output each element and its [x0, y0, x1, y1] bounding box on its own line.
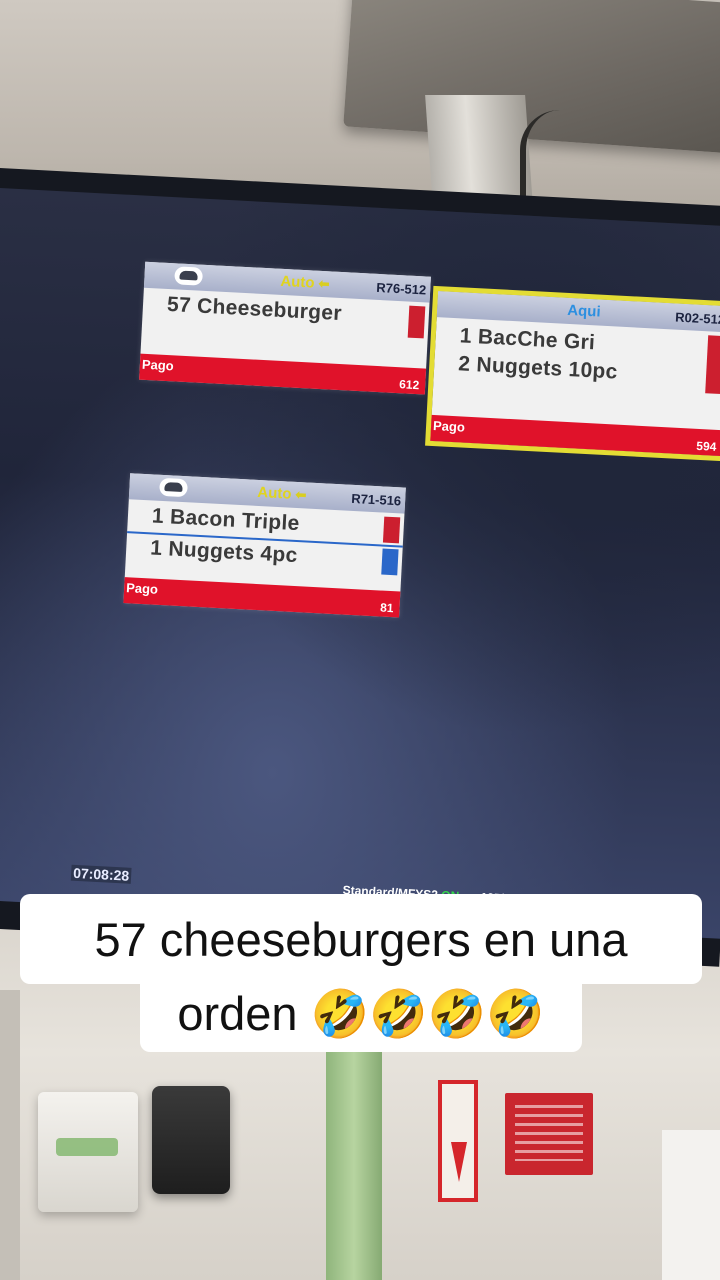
- arrow-left-icon: ⬅: [295, 486, 307, 503]
- order-ticket[interactable]: Auto ⬅ R71-516 1 Bacon Triple 1 Nuggets 4…: [123, 473, 406, 618]
- sanitizer-dispenser: [38, 1092, 138, 1212]
- item-status-bar: [407, 305, 426, 339]
- order-item: 1 BacChe Gri: [459, 324, 596, 355]
- ticket-footer: Pago 612: [139, 353, 427, 395]
- drive-thru-car-icon: [174, 266, 204, 286]
- order-ticket[interactable]: Auto ⬅ R76-512 57 Cheeseburger Pago 612: [139, 261, 431, 395]
- red-notice-sign: [505, 1093, 593, 1175]
- caption-line-1: 57 cheeseburgers en una: [20, 894, 702, 984]
- payment-status: Pago: [432, 418, 466, 435]
- register-id: R76-512: [376, 279, 427, 298]
- towel-dispenser: [152, 1086, 230, 1194]
- arrow-left-icon: ⬅: [318, 275, 330, 292]
- order-mode: Auto ⬅: [280, 272, 330, 292]
- item-status-bar: [381, 548, 399, 576]
- order-number: 612: [398, 377, 420, 393]
- order-number: 81: [379, 600, 394, 616]
- order-ticket-active[interactable]: Aqui R02-512 1 BacChe Gri 2 Nuggets 10pc…: [425, 285, 720, 462]
- order-item: 1 Nuggets 4pc: [149, 536, 299, 568]
- order-item: 1 Bacon Triple: [151, 504, 301, 536]
- item-status-bar: [382, 516, 401, 544]
- dispenser-logo: [56, 1138, 118, 1156]
- order-item: 2 Nuggets 10pc: [457, 352, 619, 384]
- drive-thru-car-icon: [159, 477, 188, 498]
- exit-arrow-sign: [438, 1080, 478, 1202]
- payment-status: Pago: [141, 356, 175, 374]
- item-status-bar: [705, 335, 720, 395]
- kitchen-display-screen: Auto ⬅ R76-512 57 Cheeseburger Pago 612 A…: [0, 187, 720, 939]
- green-pipe: [326, 1050, 382, 1280]
- register-id: R71-516: [350, 490, 402, 509]
- notice-text-lines: [515, 1105, 583, 1161]
- display-clock: 07:08:28: [70, 864, 132, 884]
- order-item: 57 Cheeseburger: [166, 292, 343, 326]
- order-mode: Auto ⬅: [256, 483, 307, 503]
- caption-line-2: orden 🤣🤣🤣🤣: [140, 976, 582, 1052]
- register-id: R02-512: [674, 309, 720, 328]
- payment-status: Pago: [125, 580, 159, 597]
- order-number: 594: [696, 438, 717, 454]
- down-arrow-icon: [451, 1142, 467, 1182]
- posted-paper: [662, 1130, 720, 1280]
- ticket-footer: Pago 594: [430, 414, 720, 457]
- kitchen-display-monitor: Auto ⬅ R76-512 57 Cheeseburger Pago 612 A…: [0, 168, 720, 967]
- ticket-footer: Pago 81: [123, 577, 401, 618]
- order-mode: Aqui: [566, 301, 602, 321]
- door-frame: [0, 990, 20, 1280]
